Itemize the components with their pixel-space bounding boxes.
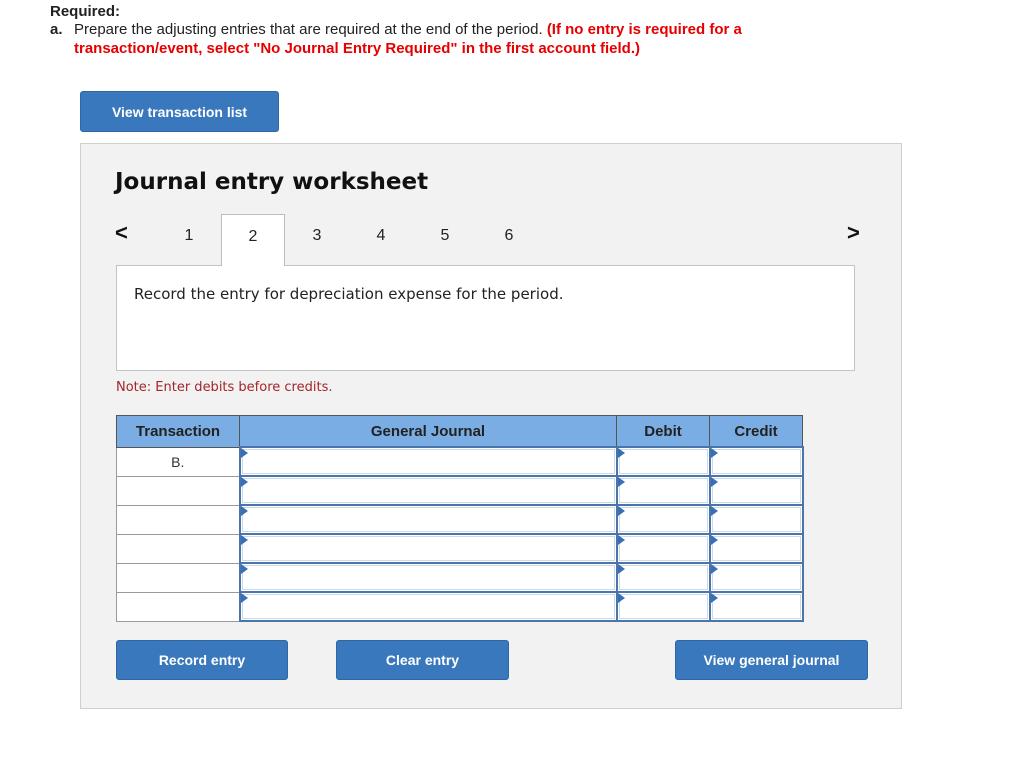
header-transaction: Transaction (116, 415, 240, 448)
dropdown-marker-icon (240, 535, 248, 545)
credit-input-cell[interactable] (708, 533, 804, 564)
transaction-cell: B. (116, 446, 240, 477)
tab-6[interactable]: 6 (477, 214, 541, 265)
dropdown-marker-icon (710, 506, 718, 516)
credit-input-cell[interactable] (708, 562, 804, 593)
journal-table: Transaction General Journal Debit Credit… (116, 415, 804, 622)
record-entry-button[interactable]: Record entry (116, 640, 288, 680)
worksheet-title: Journal entry worksheet (115, 169, 429, 195)
entry-description: Record the entry for depreciation expens… (134, 285, 564, 303)
debit-input[interactable] (618, 536, 708, 561)
dropdown-marker-icon (710, 564, 718, 574)
entry-description-box: Record the entry for depreciation expens… (116, 265, 855, 371)
instruction-highlight-1: (If no entry is required for a (546, 21, 742, 38)
table-row (116, 475, 804, 506)
debits-note: Note: Enter debits before credits. (116, 380, 333, 395)
credit-input-cell[interactable] (708, 446, 804, 477)
table-row: B. (116, 446, 804, 477)
dropdown-marker-icon (617, 564, 625, 574)
tab-4[interactable]: 4 (349, 214, 413, 265)
dropdown-marker-icon (240, 593, 248, 603)
dropdown-marker-icon (710, 535, 718, 545)
view-transaction-list-button[interactable]: View transaction list (80, 91, 279, 132)
credit-input[interactable] (711, 536, 801, 561)
account-input-cell[interactable] (238, 562, 618, 593)
credit-input-cell[interactable] (708, 591, 804, 622)
tab-1[interactable]: 1 (157, 214, 221, 265)
debit-input[interactable] (618, 507, 708, 532)
dropdown-marker-icon (710, 448, 718, 458)
debit-input-cell[interactable] (615, 504, 711, 535)
debit-input[interactable] (618, 565, 708, 590)
previous-arrow-icon[interactable]: < (115, 220, 128, 246)
credit-input[interactable] (711, 594, 801, 619)
debit-input-cell[interactable] (615, 562, 711, 593)
account-input[interactable] (241, 536, 615, 561)
debit-input-cell[interactable] (615, 446, 711, 477)
account-input-cell[interactable] (238, 446, 618, 477)
table-row (116, 591, 804, 622)
dropdown-marker-icon (617, 593, 625, 603)
account-input[interactable] (241, 594, 615, 619)
dropdown-marker-icon (240, 564, 248, 574)
dropdown-marker-icon (617, 535, 625, 545)
dropdown-marker-icon (240, 506, 248, 516)
table-row (116, 533, 804, 564)
debit-input-cell[interactable] (615, 475, 711, 506)
dropdown-marker-icon (617, 477, 625, 487)
clear-entry-button[interactable]: Clear entry (336, 640, 509, 680)
table-row (116, 504, 804, 535)
instruction-text: Prepare the adjusting entries that are r… (74, 21, 543, 38)
credit-input[interactable] (711, 507, 801, 532)
tab-2[interactable]: 2 (221, 214, 285, 266)
header-general-journal: General Journal (239, 415, 617, 448)
debit-input[interactable] (618, 478, 708, 503)
transaction-cell (116, 533, 240, 564)
table-header-row: Transaction General Journal Debit Credit (116, 415, 803, 448)
view-general-journal-button[interactable]: View general journal (675, 640, 868, 680)
worksheet-tabs: 1 2 3 4 5 6 (157, 214, 541, 266)
account-input[interactable] (241, 507, 615, 532)
transaction-cell (116, 562, 240, 593)
credit-input-cell[interactable] (708, 475, 804, 506)
dropdown-marker-icon (240, 477, 248, 487)
dropdown-marker-icon (240, 448, 248, 458)
account-input-cell[interactable] (238, 533, 618, 564)
dropdown-marker-icon (617, 506, 625, 516)
account-input-cell[interactable] (238, 504, 618, 535)
account-input-cell[interactable] (238, 475, 618, 506)
credit-input-cell[interactable] (708, 504, 804, 535)
credit-input[interactable] (711, 565, 801, 590)
transaction-cell (116, 475, 240, 506)
dropdown-marker-icon (617, 448, 625, 458)
account-input[interactable] (241, 449, 615, 474)
transaction-cell (116, 591, 240, 622)
account-input[interactable] (241, 478, 615, 503)
header-credit: Credit (709, 415, 803, 448)
debit-input-cell[interactable] (615, 591, 711, 622)
dropdown-marker-icon (710, 477, 718, 487)
required-title: Required: (50, 3, 121, 20)
credit-input[interactable] (711, 478, 801, 503)
table-row (116, 562, 804, 593)
journal-entry-worksheet-panel: Journal entry worksheet < 1 2 3 4 5 6 > … (80, 143, 902, 709)
tab-5[interactable]: 5 (413, 214, 477, 265)
account-input[interactable] (241, 565, 615, 590)
debit-input[interactable] (618, 594, 708, 619)
tab-3[interactable]: 3 (285, 214, 349, 265)
item-label: a. (50, 21, 63, 38)
debit-input-cell[interactable] (615, 533, 711, 564)
credit-input[interactable] (711, 449, 801, 474)
instruction-highlight-2: transaction/event, select "No Journal En… (74, 40, 641, 57)
debit-input[interactable] (618, 449, 708, 474)
header-debit: Debit (616, 415, 710, 448)
required-instructions: a. Prepare the adjusting entries that are… (50, 20, 810, 58)
account-input-cell[interactable] (238, 591, 618, 622)
transaction-cell (116, 504, 240, 535)
next-arrow-icon[interactable]: > (847, 220, 860, 246)
dropdown-marker-icon (710, 593, 718, 603)
